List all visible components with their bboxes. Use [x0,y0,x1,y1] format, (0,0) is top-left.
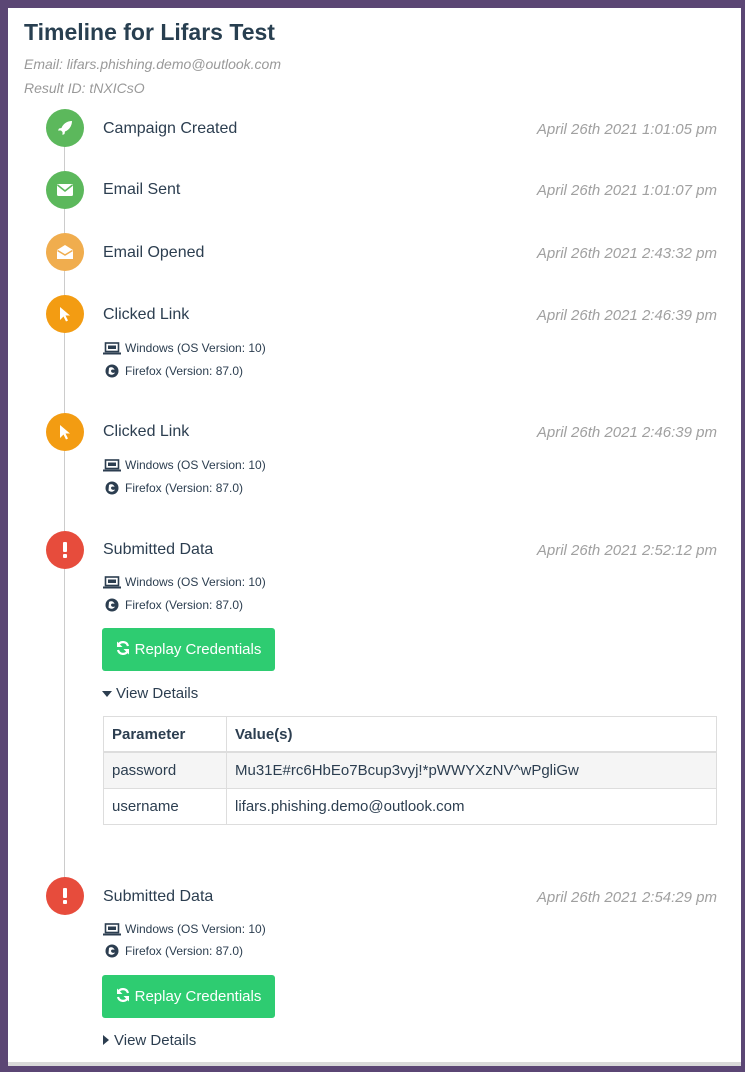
os-text: Windows (OS Version: 10) [125,458,266,472]
value-cell: lifars.phishing.demo@outlook.com [226,788,717,825]
firefox-icon [103,944,121,958]
browser-text: Firefox (Version: 87.0) [125,944,244,958]
firefox-icon [103,598,121,612]
mouse-pointer-icon [46,295,84,333]
caret-down-icon [102,685,112,702]
os-info: Windows (OS Version: 10) [103,458,266,472]
refresh-icon [116,987,130,1006]
event-label: Clicked Link [103,306,190,323]
laptop-icon [103,458,121,472]
view-details-label: View Details [114,1032,197,1049]
os-text: Windows (OS Version: 10) [125,922,266,936]
view-details-toggle[interactable]: View Details [102,685,198,702]
firefox-icon [103,364,121,378]
replay-credentials-label: Replay Credentials [134,988,262,1005]
envelope-icon [46,171,84,209]
event-label: Email Opened [103,244,205,261]
event-time: April 26th 2021 2:52:12 pm [536,542,717,559]
refresh-icon [116,640,130,659]
event-label: Email Sent [103,181,181,198]
value-cell: Mu31E#rc6HbEo7Bcup3vyj!*pWWYXzNV^wPgliGw [226,751,717,789]
mouse-pointer-icon [46,413,84,451]
laptop-icon [103,341,121,355]
browser-info: Firefox (Version: 87.0) [103,598,243,612]
rocket-icon [46,109,84,147]
view-details-label: View Details [116,685,199,702]
result-email: Email: lifars.phishing.demo@outlook.com [24,56,281,72]
caret-right-icon [102,1032,110,1049]
os-text: Windows (OS Version: 10) [125,575,266,589]
browser-info: Firefox (Version: 87.0) [103,481,243,495]
exclamation-icon [46,531,84,569]
table-row: username lifars.phishing.demo@outlook.co… [103,788,717,825]
panel-bottom-edge [8,1062,741,1066]
os-info: Windows (OS Version: 10) [103,922,266,936]
parameter-cell: username [103,788,227,825]
event-label: Submitted Data [103,888,214,905]
event-label: Campaign Created [103,120,238,137]
replay-credentials-button[interactable]: Replay Credentials [102,628,275,671]
event-time: April 26th 2021 1:01:05 pm [536,121,717,138]
event-time: April 26th 2021 2:54:29 pm [536,889,717,906]
browser-text: Firefox (Version: 87.0) [125,598,244,612]
laptop-icon [103,575,121,589]
os-info: Windows (OS Version: 10) [103,341,266,355]
event-time: April 26th 2021 2:46:39 pm [536,424,717,441]
event-time: April 26th 2021 2:46:39 pm [536,307,717,324]
submitted-data-table: Parameter Value(s) password Mu31E#rc6HbE… [103,716,717,825]
table-row: password Mu31E#rc6HbEo7Bcup3vyj!*pWWYXzN… [103,751,717,789]
column-header-parameter: Parameter [103,716,227,753]
parameter-cell: password [103,751,227,789]
replay-credentials-button[interactable]: Replay Credentials [102,975,275,1018]
event-label: Clicked Link [103,423,190,440]
event-time: April 26th 2021 1:01:07 pm [536,182,717,199]
table-header-row: Parameter Value(s) [103,716,717,753]
timeline-panel: Timeline for Lifars Test Email: lifars.p… [8,8,741,1066]
result-id: Result ID: tNXICsO [24,80,145,96]
event-label: Submitted Data [103,541,214,558]
os-info: Windows (OS Version: 10) [103,575,266,589]
replay-credentials-label: Replay Credentials [134,641,262,658]
envelope-open-icon [46,233,84,271]
browser-info: Firefox (Version: 87.0) [103,944,243,958]
exclamation-icon [46,877,84,915]
os-text: Windows (OS Version: 10) [125,341,266,355]
firefox-icon [103,481,121,495]
column-header-values: Value(s) [226,716,717,753]
browser-text: Firefox (Version: 87.0) [125,364,244,378]
event-time: April 26th 2021 2:43:32 pm [536,245,717,262]
view-details-toggle[interactable]: View Details [102,1032,196,1049]
browser-text: Firefox (Version: 87.0) [125,481,244,495]
laptop-icon [103,922,121,936]
page-title: Timeline for Lifars Test [24,19,275,45]
browser-info: Firefox (Version: 87.0) [103,364,243,378]
